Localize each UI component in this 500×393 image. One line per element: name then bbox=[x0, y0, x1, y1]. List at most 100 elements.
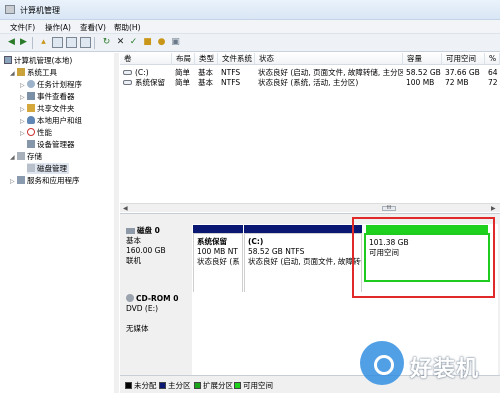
tools-icon bbox=[17, 68, 25, 76]
partition-bar-primary bbox=[193, 225, 243, 233]
scroll-left-icon[interactable]: ◀ bbox=[123, 205, 128, 212]
window-title: 计算机管理 bbox=[20, 6, 60, 15]
tree-local-users[interactable]: ▷ 本地用户和组 bbox=[20, 115, 82, 126]
refresh-icon[interactable]: ↻ bbox=[101, 37, 112, 48]
tree-disk-management[interactable]: 磁盘管理 bbox=[27, 163, 69, 174]
volume-icon bbox=[123, 70, 132, 75]
legend-swatch bbox=[234, 382, 241, 389]
computer-management-icon bbox=[5, 5, 15, 14]
col-layout[interactable]: 布局 bbox=[172, 53, 195, 65]
cell-type: 基本 bbox=[198, 68, 213, 77]
tree-root[interactable]: 计算机管理(本地) bbox=[4, 55, 72, 66]
expand-icon[interactable]: ▷ bbox=[20, 116, 27, 127]
tree-device-manager[interactable]: 设备管理器 bbox=[27, 139, 75, 150]
expand-icon[interactable]: ▷ bbox=[20, 80, 27, 91]
watermark-logo-icon bbox=[360, 341, 404, 385]
magnify-icon[interactable]: ▣ bbox=[170, 37, 181, 48]
tree-performance[interactable]: ▷ 性能 bbox=[20, 127, 52, 138]
performance-icon bbox=[27, 128, 35, 136]
disk-0-size: 160.00 GB bbox=[126, 246, 166, 255]
legend-swatch bbox=[194, 382, 201, 389]
cell-layout: 简单 bbox=[175, 78, 190, 87]
expand-icon[interactable]: ▷ bbox=[20, 92, 27, 103]
event-viewer-icon bbox=[27, 92, 35, 100]
tree-event-viewer[interactable]: ▷ 事件查看器 bbox=[20, 91, 75, 102]
properties-icon[interactable] bbox=[80, 37, 91, 48]
scroll-thumb[interactable]: III bbox=[382, 206, 396, 211]
cdrom-icon bbox=[126, 294, 134, 302]
watermark: 好装机 bbox=[358, 339, 498, 389]
tree-services-apps[interactable]: ▷ 服务和应用程序 bbox=[10, 175, 80, 186]
legend-swatch bbox=[159, 382, 166, 389]
list-horizontal-scrollbar[interactable]: ◀ III ▶ bbox=[120, 203, 500, 212]
partition-bar-primary bbox=[244, 225, 362, 233]
partition-c-drive[interactable]: (C:) 58.52 GB NTFS 状态良好 (启动, 页面文件, 故障转储 bbox=[244, 233, 362, 293]
menu-action[interactable]: 操作(A) bbox=[45, 22, 71, 33]
cell-capacity: 100 MB bbox=[406, 78, 435, 87]
disk-management-icon bbox=[27, 164, 35, 172]
disk-0-state: 联机 bbox=[126, 256, 141, 265]
cell-filesystem: NTFS bbox=[221, 68, 241, 77]
cell-free-space: 72 MB bbox=[445, 78, 469, 87]
tree-shared-folders[interactable]: ▷ 共享文件夹 bbox=[20, 103, 75, 114]
legend-swatch bbox=[125, 382, 132, 389]
search-icon[interactable]: ● bbox=[156, 37, 167, 48]
menu-file[interactable]: 文件(F) bbox=[10, 22, 35, 33]
disk-icon bbox=[126, 228, 135, 234]
highlight-box bbox=[352, 217, 495, 298]
cell-capacity: 58.52 GB bbox=[406, 68, 441, 77]
watermark-text: 好装机 bbox=[410, 357, 480, 382]
volume-icon bbox=[123, 80, 132, 85]
cdrom-0-type: DVD (E:) bbox=[126, 304, 159, 313]
cell-filesystem: NTFS bbox=[221, 78, 241, 87]
expand-icon[interactable]: ▷ bbox=[20, 128, 27, 139]
col-free-space[interactable]: 可用空间 bbox=[442, 53, 485, 65]
cell-type: 基本 bbox=[198, 78, 213, 87]
tree-task-scheduler[interactable]: ▷ 任务计划程序 bbox=[20, 79, 82, 90]
col-filesystem[interactable]: 文件系统 bbox=[218, 53, 255, 65]
cell-percent: 72 bbox=[488, 78, 498, 87]
cdrom-0-header[interactable]: CD-ROM 0 DVD (E:) 无媒体 bbox=[126, 294, 192, 338]
console-tree: 计算机管理(本地) ◢ 系统工具 ▷ 任务计划程序 ▷ 事件查看器 ▷ 共享文件夹 ▷ 本… bbox=[0, 53, 119, 393]
toolbar-separator bbox=[94, 37, 95, 49]
tree-scrollbar[interactable] bbox=[114, 53, 119, 393]
legend-free: 可用空间 bbox=[234, 380, 273, 391]
up-folder-icon[interactable]: ▴ bbox=[38, 37, 49, 48]
collapse-icon[interactable]: ◢ bbox=[10, 152, 17, 163]
partition-system-reserved[interactable]: 系统保留 100 MB NT 状态良好 (系 bbox=[193, 233, 243, 293]
cdrom-0-size bbox=[126, 314, 192, 324]
clock-icon bbox=[27, 80, 35, 88]
open-folder-icon[interactable]: ■ bbox=[142, 37, 153, 48]
legend-extended: 扩展分区 bbox=[194, 380, 233, 391]
menu-help[interactable]: 帮助(H) bbox=[114, 22, 141, 33]
col-volume[interactable]: 卷 bbox=[120, 53, 172, 65]
shared-folder-icon bbox=[27, 104, 35, 112]
forward-arrow-icon[interactable]: ▶ bbox=[18, 37, 29, 48]
console-tree-icon[interactable] bbox=[52, 37, 63, 48]
toolbar-separator bbox=[32, 37, 33, 49]
expand-icon[interactable]: ▷ bbox=[20, 104, 27, 115]
services-icon bbox=[17, 176, 25, 184]
scroll-right-icon[interactable]: ▶ bbox=[491, 205, 496, 212]
delete-icon[interactable]: ✕ bbox=[115, 37, 126, 48]
expand-icon[interactable]: ▷ bbox=[10, 176, 17, 187]
computer-icon bbox=[4, 56, 12, 64]
legend-unallocated: 未分配 bbox=[125, 380, 157, 391]
menu-view[interactable]: 查看(V) bbox=[80, 22, 106, 33]
check-icon[interactable]: ✓ bbox=[128, 37, 139, 48]
col-capacity[interactable]: 容量 bbox=[403, 53, 442, 65]
back-arrow-icon[interactable]: ◀ bbox=[6, 37, 17, 48]
col-status[interactable]: 状态 bbox=[255, 53, 403, 65]
tree-system-tools[interactable]: ◢ 系统工具 bbox=[10, 67, 57, 78]
col-percent[interactable]: % bbox=[485, 53, 500, 65]
cell-status: 状态良好 (系统, 活动, 主分区) bbox=[258, 78, 359, 87]
disk-0-title: 磁盘 0 bbox=[126, 226, 192, 236]
volume-list: 卷 布局 类型 文件系统 状态 容量 可用空间 % (C:) 简单 基本 NTF… bbox=[120, 53, 500, 216]
col-type[interactable]: 类型 bbox=[195, 53, 218, 65]
help-icon[interactable] bbox=[66, 37, 77, 48]
collapse-icon[interactable]: ◢ bbox=[10, 68, 17, 79]
tree-storage[interactable]: ◢ 存储 bbox=[10, 151, 42, 162]
cell-free-space: 37.66 GB bbox=[445, 68, 480, 77]
disk-0-type: 基本 bbox=[126, 236, 141, 245]
disk-0-header[interactable]: 磁盘 0 基本 160.00 GB 联机 bbox=[126, 226, 192, 290]
